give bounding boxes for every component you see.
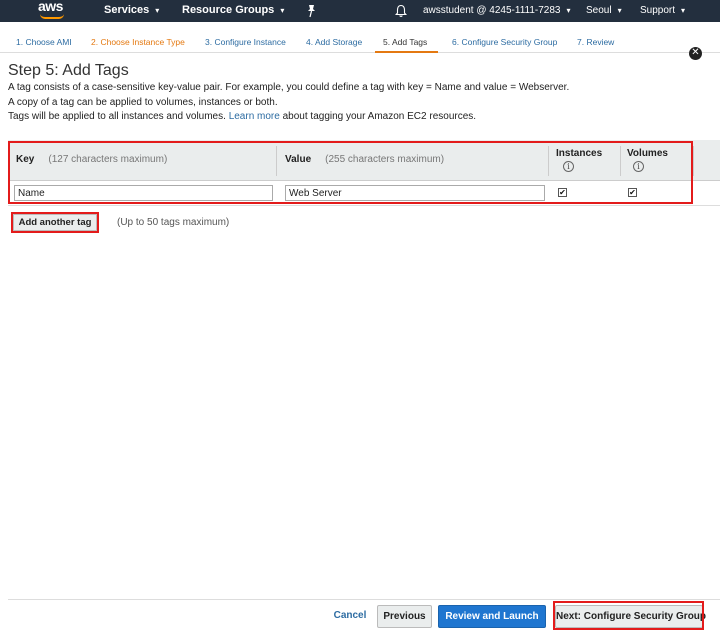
- region-menu[interactable]: Seoul ▾: [586, 5, 622, 16]
- learn-more-link[interactable]: Learn more: [229, 111, 280, 122]
- aws-smile-icon: [40, 14, 64, 19]
- highlight-box-next: [553, 601, 704, 630]
- aws-logo-text: aws: [38, 0, 63, 14]
- services-menu[interactable]: Services ▾: [104, 4, 159, 16]
- step-add-storage[interactable]: 4. Add Storage: [306, 37, 362, 47]
- highlight-box-add-tag: [11, 212, 99, 233]
- cancel-button[interactable]: Cancel: [327, 605, 373, 628]
- previous-button[interactable]: Previous: [377, 605, 432, 628]
- description-line-3-end: about tagging your Amazon EC2 resources.: [282, 111, 477, 122]
- highlight-box-table: [8, 141, 693, 204]
- support-menu[interactable]: Support ▾: [640, 5, 685, 16]
- footer-divider: [8, 599, 720, 600]
- resource-groups-label: Resource Groups: [182, 4, 275, 16]
- step-configure-security-group[interactable]: 6. Configure Security Group: [452, 37, 557, 47]
- chevron-down-icon: ▾: [280, 6, 285, 15]
- column-divider: [693, 146, 694, 176]
- resource-groups-menu[interactable]: Resource Groups ▾: [182, 4, 284, 16]
- step-choose-instance-type[interactable]: 2. Choose Instance Type: [91, 37, 185, 47]
- pin-icon[interactable]: [305, 4, 317, 18]
- bell-icon[interactable]: [395, 4, 407, 18]
- description-line-3-start: Tags will be applied to all instances an…: [8, 111, 226, 122]
- step-choose-ami[interactable]: 1. Choose AMI: [16, 37, 72, 47]
- description-line-3: Tags will be applied to all instances an…: [8, 111, 476, 122]
- description-line-2: A copy of a tag can be applied to volume…: [8, 97, 278, 108]
- aws-logo[interactable]: aws: [38, 0, 68, 22]
- page-title: Step 5: Add Tags: [8, 62, 129, 79]
- active-step-underline: [375, 51, 438, 53]
- review-and-launch-button[interactable]: Review and Launch: [438, 605, 546, 628]
- chevron-down-icon: ▾: [566, 6, 571, 15]
- region-label: Seoul: [586, 5, 612, 16]
- step-configure-instance[interactable]: 3. Configure Instance: [205, 37, 286, 47]
- account-label: awsstudent @ 4245-1111-7283: [423, 5, 561, 16]
- support-label: Support: [640, 5, 676, 16]
- top-nav: aws Services ▾ Resource Groups ▾ awsstuden…: [0, 0, 720, 22]
- wizard-steps: 1. Choose AMI 2. Choose Instance Type 3.…: [0, 22, 720, 53]
- step-add-tags[interactable]: 5. Add Tags: [383, 37, 427, 47]
- chevron-down-icon: ▾: [155, 6, 160, 15]
- chevron-down-icon: ▾: [617, 6, 622, 15]
- account-menu[interactable]: awsstudent @ 4245-1111-7283 ▾: [423, 5, 570, 16]
- remove-tag-icon[interactable]: ✕: [689, 47, 702, 60]
- services-label: Services: [104, 4, 150, 16]
- step-review[interactable]: 7. Review: [577, 37, 614, 47]
- chevron-down-icon: ▾: [681, 6, 686, 15]
- add-tag-hint: (Up to 50 tags maximum): [117, 217, 230, 228]
- description-line-1: A tag consists of a case-sensitive key-v…: [8, 82, 570, 93]
